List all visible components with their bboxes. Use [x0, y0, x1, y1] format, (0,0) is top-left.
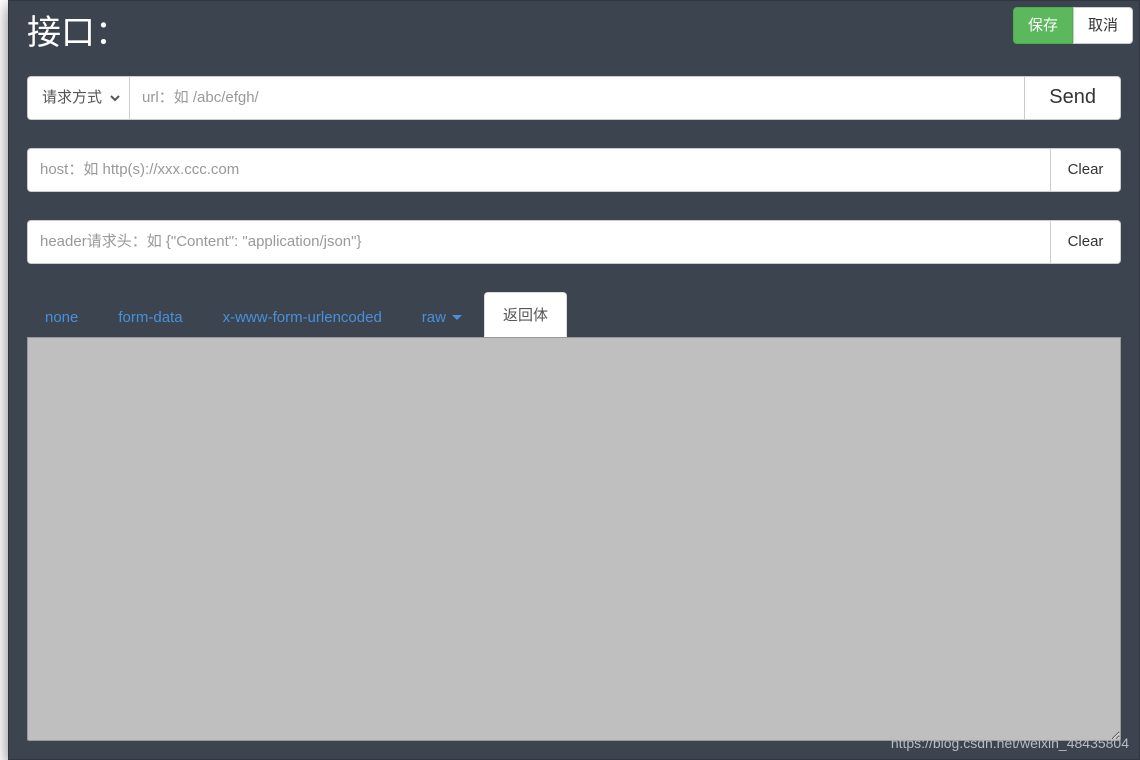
- method-select-wrapper: 请求方式: [27, 76, 129, 120]
- body-tabs: none form-data x-www-form-urlencoded raw…: [27, 292, 1121, 337]
- cancel-button[interactable]: 取消: [1073, 7, 1133, 44]
- tab-response-link[interactable]: 返回体: [484, 292, 567, 337]
- request-line-group: 请求方式 Send: [27, 76, 1121, 120]
- header-group: Clear: [27, 220, 1121, 264]
- host-input[interactable]: [27, 148, 1051, 192]
- api-modal: 接口： 保存 取消 请求方式 Send Clear Clear none: [8, 0, 1140, 760]
- tab-none: none: [27, 298, 96, 337]
- tab-x-www-form-urlencoded: x-www-form-urlencoded: [205, 298, 400, 337]
- tab-form-data: form-data: [100, 298, 200, 337]
- tab-response-body: 返回体: [484, 292, 567, 337]
- header-actions: 保存 取消: [1013, 7, 1133, 44]
- tab-label: 返回体: [503, 304, 548, 325]
- send-button[interactable]: Send: [1025, 76, 1121, 120]
- tab-raw-link[interactable]: raw: [404, 298, 480, 337]
- tab-raw: raw: [404, 298, 480, 337]
- host-group: Clear: [27, 148, 1121, 192]
- tab-label: none: [45, 309, 78, 326]
- tab-none-link[interactable]: none: [27, 298, 96, 337]
- method-select[interactable]: 请求方式: [34, 78, 123, 118]
- tab-label: raw: [422, 309, 446, 326]
- modal-header: 接口： 保存 取消: [9, 1, 1139, 62]
- chevron-down-icon: [452, 315, 462, 320]
- url-input[interactable]: [129, 76, 1025, 120]
- tab-label: x-www-form-urlencoded: [223, 309, 382, 326]
- modal-body: 请求方式 Send Clear Clear none form-data x-w…: [9, 62, 1139, 759]
- save-button[interactable]: 保存: [1013, 7, 1073, 44]
- tab-label: form-data: [118, 309, 182, 326]
- header-clear-button[interactable]: Clear: [1051, 220, 1121, 264]
- response-textarea[interactable]: [27, 337, 1121, 741]
- tab-form-data-link[interactable]: form-data: [100, 298, 200, 337]
- header-input[interactable]: [27, 220, 1051, 264]
- modal-title: 接口：: [9, 1, 147, 62]
- host-clear-button[interactable]: Clear: [1051, 148, 1121, 192]
- tab-xwww-link[interactable]: x-www-form-urlencoded: [205, 298, 400, 337]
